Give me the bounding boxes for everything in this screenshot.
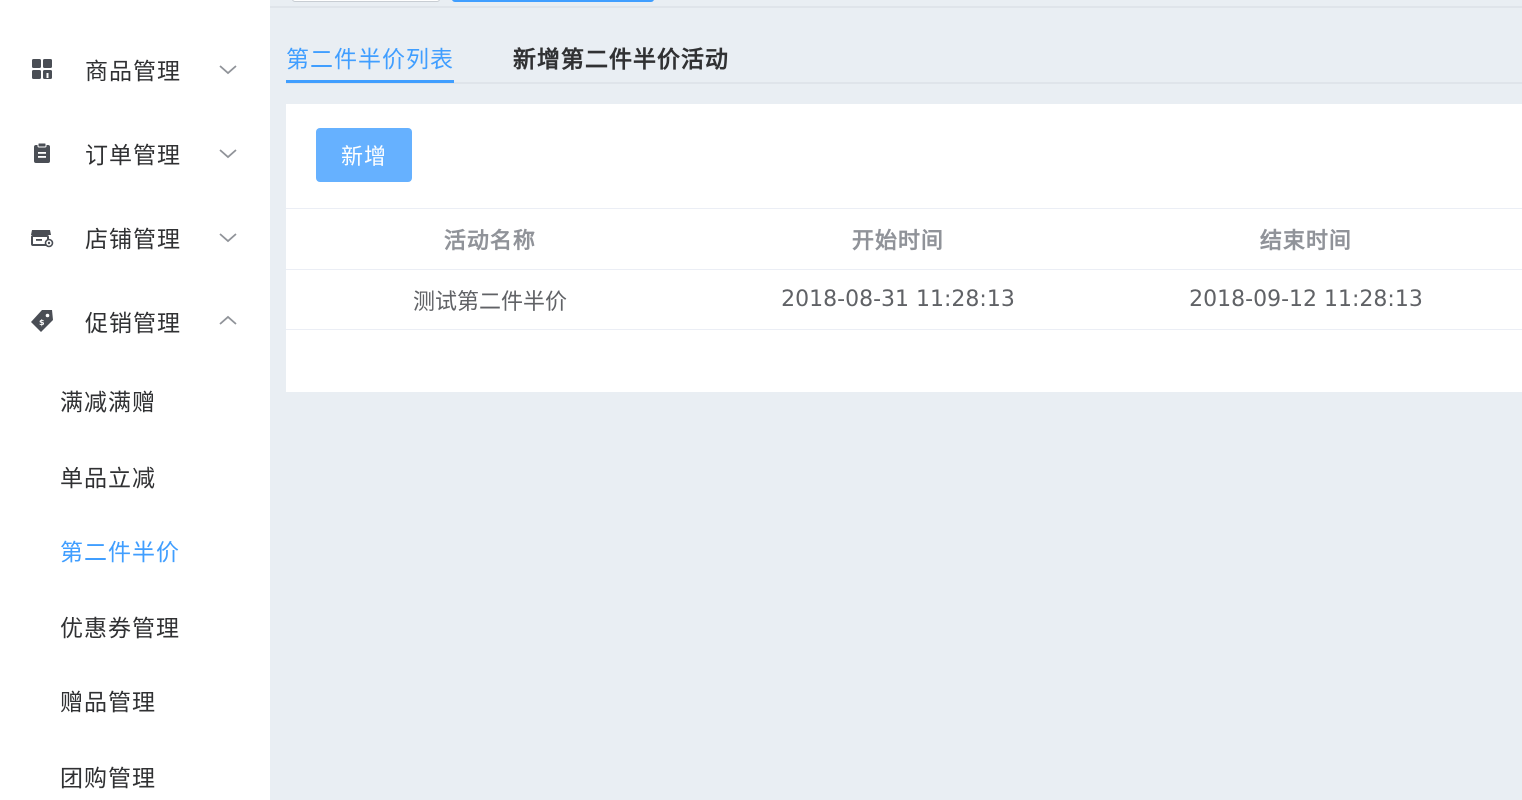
cell-activity-name: 测试第二件半价: [412, 289, 567, 315]
chevron-down-icon: [218, 143, 238, 163]
tab-add-second-half-price[interactable]: 新增第二件半价活动: [513, 40, 729, 74]
sidebar-item-single-discount[interactable]: 单品立减: [60, 459, 156, 493]
sidebar-item-second-half-price[interactable]: 第二件半价: [60, 533, 180, 567]
cell-start-time: 2018-08-31 11:28:13: [781, 287, 1015, 312]
menu-group-stores[interactable]: 店铺管理: [0, 195, 270, 279]
sidebar-item-gifts[interactable]: 赠品管理: [60, 683, 156, 717]
sidebar: 商品管理 订单管理 店铺管理 $ 促销管理 满减满赠 单品立减 第二件半价 优惠…: [0, 0, 270, 800]
add-button[interactable]: 新增: [316, 128, 412, 182]
menu-group-label: 促销管理: [85, 311, 181, 337]
tab-bar: 第二件半价列表 新增第二件半价活动: [286, 24, 1522, 84]
column-header-name: 活动名称: [443, 229, 536, 254]
menu-group-label: 订单管理: [85, 143, 181, 169]
sidebar-item-coupons[interactable]: 优惠券管理: [60, 609, 180, 643]
store-icon: [30, 225, 54, 249]
top-button-edge[interactable]: [452, 0, 654, 2]
clipboard-icon: [30, 141, 54, 165]
chevron-down-icon: [218, 227, 238, 247]
activity-table: 活动名称 开始时间 结束时间 测试第二件半价 2018-08-31 11:28:…: [286, 208, 1522, 330]
menu-group-orders[interactable]: 订单管理: [0, 111, 270, 195]
menu-group-promotions[interactable]: $ 促销管理: [0, 279, 270, 363]
menu-group-label: 店铺管理: [85, 227, 181, 253]
main-content: 第二件半价列表 新增第二件半价活动 新增 活动名称 开始时间 结束时间 测试第二…: [270, 0, 1522, 800]
grid-icon: [30, 57, 54, 81]
sidebar-item-full-reduction[interactable]: 满减满赠: [60, 383, 156, 417]
active-tab-indicator: [286, 80, 454, 83]
top-input-edge[interactable]: [292, 0, 440, 2]
column-header-end: 结束时间: [1259, 229, 1352, 254]
cell-end-time: 2018-09-12 11:28:13: [1189, 287, 1423, 312]
chevron-down-icon: [218, 59, 238, 79]
menu-group-products[interactable]: 商品管理: [0, 27, 270, 111]
table-header: 活动名称 开始时间 结束时间: [286, 208, 1522, 270]
app-root: 商品管理 订单管理 店铺管理 $ 促销管理 满减满赠 单品立减 第二件半价 优惠…: [0, 0, 1522, 800]
list-panel: 新增 活动名称 开始时间 结束时间 测试第二件半价 2018-08-31 11:…: [286, 104, 1522, 392]
column-header-start: 开始时间: [851, 229, 944, 254]
chevron-up-icon: [218, 311, 238, 331]
menu-group-label: 商品管理: [85, 59, 181, 85]
table-row[interactable]: 测试第二件半价 2018-08-31 11:28:13 2018-09-12 1…: [286, 270, 1522, 330]
top-toolbar-strip: [270, 0, 1522, 8]
price-tag-icon: $: [30, 309, 54, 333]
tab-second-half-price-list[interactable]: 第二件半价列表: [286, 40, 454, 74]
svg-text:$: $: [39, 318, 45, 327]
sidebar-item-group-buy[interactable]: 团购管理: [60, 759, 156, 793]
